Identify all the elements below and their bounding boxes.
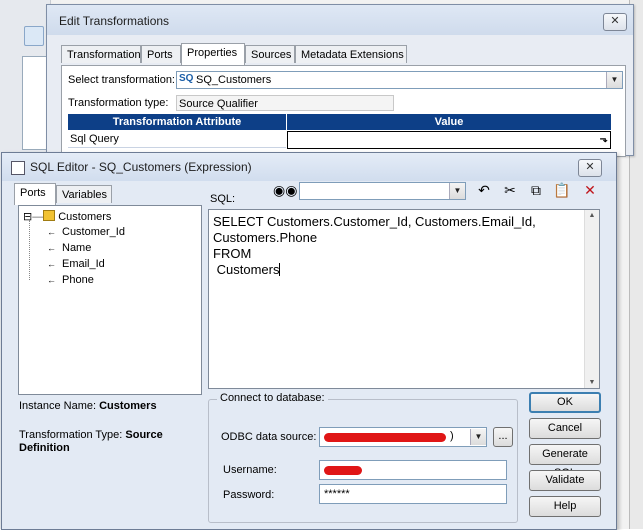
properties-grid: Transformation Attribute Value Sql Query… (68, 114, 611, 152)
grid-header-value: Value (287, 114, 611, 130)
validate-button[interactable]: Validate (529, 470, 601, 491)
cut-icon[interactable]: ✂ (499, 180, 521, 200)
odbc-label: ODBC data source: (221, 431, 317, 443)
help-button[interactable]: Help (529, 496, 601, 517)
close-icon: ✕ (585, 161, 595, 173)
grid-cell-attribute[interactable]: Sql Query (68, 131, 286, 148)
tab-ports[interactable]: Ports (141, 45, 181, 63)
ports-tree: ⊟— Customers ← Customer_Id ← Name ← Email_Id… (18, 205, 202, 395)
sql-line: FROM (213, 246, 252, 261)
source-qualifier-icon: SQ (179, 73, 194, 84)
sql-vertical-scrollbar[interactable]: ▲ ▼ (584, 210, 599, 388)
copy-icon[interactable]: ⧉ (525, 180, 547, 200)
port-label: Phone (62, 274, 94, 286)
username-field[interactable] (319, 460, 507, 480)
ok-button[interactable]: OK (529, 392, 601, 413)
password-field[interactable]: ****** (319, 484, 507, 504)
binoculars-icon[interactable]: ◉◉ (273, 180, 297, 200)
tab-variables[interactable]: Variables (56, 185, 112, 203)
instance-name: Instance Name: Customers (19, 400, 157, 412)
tree-root-label: Customers (58, 211, 112, 223)
tab-metadata-extensions[interactable]: Metadata Extensions (295, 45, 407, 63)
tree-connector (29, 220, 31, 280)
chevron-down-icon[interactable]: ▼ (449, 183, 465, 199)
transformation-type-info-line2: Definition (19, 442, 70, 454)
edit-transformations-title: Edit Transformations (59, 14, 170, 28)
chevron-down-icon[interactable]: ▼ (606, 72, 622, 88)
sql-label: SQL: (210, 193, 236, 205)
instance-name-value: Customers (99, 400, 157, 412)
sql-line-text: Customers (213, 262, 280, 277)
tree-port-name[interactable]: ← Name (47, 242, 91, 254)
instance-name-label: Instance Name: (19, 400, 97, 412)
port-label: Name (62, 242, 92, 254)
port-arrow-icon: ← (47, 243, 56, 253)
expand-arrow-icon[interactable]: ⬎ (600, 132, 608, 148)
undo-icon[interactable]: ↶ (473, 180, 495, 200)
paste-icon[interactable]: 📋 (551, 180, 573, 200)
sql-text-area[interactable]: SELECT Customers.Customer_Id, Customers.… (208, 209, 600, 389)
window-icon (11, 161, 25, 175)
port-arrow-icon: ← (47, 275, 56, 285)
connect-to-database-group: Connect to database: ODBC data source: )… (208, 392, 518, 523)
connect-group-title: Connect to database: (217, 392, 328, 404)
find-combo[interactable]: ▼ (299, 182, 466, 200)
tree-port-email-id[interactable]: ← Email_Id (47, 258, 105, 270)
edit-transformations-window: Edit Transformations ✕ Transformation Po… (46, 4, 634, 157)
port-label: Email_Id (62, 258, 105, 270)
transformation-type-info-value-2: Definition (19, 442, 70, 454)
select-transformation-combo[interactable]: SQ SQ_Customers ▼ (176, 71, 623, 89)
sql-line: Customers (213, 262, 281, 277)
tree-port-phone[interactable]: ← Phone (47, 274, 94, 286)
transformation-type-info-value: Source (125, 429, 163, 441)
port-arrow-icon: ← (47, 227, 56, 237)
port-arrow-icon: ← (47, 259, 56, 269)
odbc-data-source-combo[interactable]: ) ▼ (319, 427, 487, 447)
edit-transformations-titlebar: Edit Transformations ✕ (47, 5, 633, 35)
select-transformation-value: SQ_Customers (196, 74, 272, 86)
select-transformation-label: Select transformation: (68, 74, 175, 86)
grid-cell-value[interactable]: ⬎ (287, 131, 611, 149)
sql-line: Customers.Phone (213, 230, 318, 245)
redaction-mark (324, 466, 362, 475)
grid-header-attribute: Transformation Attribute (68, 114, 286, 130)
password-value: ****** (324, 488, 350, 500)
tab-sources[interactable]: Sources (245, 45, 295, 63)
chevron-down-icon[interactable]: ▼ (470, 429, 486, 445)
port-label: Customer_Id (62, 226, 125, 238)
close-icon: ✕ (610, 15, 620, 27)
tab-ports[interactable]: Ports (14, 183, 56, 205)
transformation-type-label: Transformation type: (68, 97, 169, 109)
source-table-icon (43, 210, 56, 221)
sql-editor-window: SQL Editor - SQ_Customers (Expression) ✕… (1, 152, 617, 530)
tree-root-customers[interactable]: ⊟— Customers (23, 210, 111, 223)
generate-sql-button[interactable]: Generate SQL (529, 444, 601, 479)
transformation-type-info: Transformation Type: Source (19, 429, 163, 441)
text-caret (279, 263, 281, 276)
tab-properties[interactable]: Properties (181, 43, 245, 65)
sql-editor-titlebar: SQL Editor - SQ_Customers (Expression) ✕ (2, 153, 616, 181)
transformation-type-field: Source Qualifier (176, 95, 394, 111)
username-label: Username: (223, 464, 277, 476)
edit-transformations-close-button[interactable]: ✕ (603, 13, 627, 31)
sql-editor-title: SQL Editor - SQ_Customers (Expression) (30, 160, 252, 174)
cancel-button[interactable]: Cancel (529, 418, 601, 439)
sql-editor-close-button[interactable]: ✕ (578, 159, 602, 177)
scroll-up-icon[interactable]: ▲ (585, 212, 599, 219)
browse-button[interactable]: ... (493, 427, 513, 447)
password-label: Password: (223, 489, 275, 501)
tab-transformation[interactable]: Transformation (61, 45, 141, 63)
redaction-mark (324, 433, 446, 442)
properties-panel: Select transformation: SQ SQ_Customers ▼… (61, 65, 626, 157)
transformation-type-info-label: Transformation Type: (19, 429, 123, 441)
scroll-down-icon[interactable]: ▼ (585, 379, 599, 386)
sql-line: SELECT Customers.Customer_Id, Customers.… (213, 214, 536, 229)
background-toolbar-icon[interactable] (24, 26, 44, 46)
odbc-value-tail: ) (450, 430, 454, 442)
tree-port-customer-id[interactable]: ← Customer_Id (47, 226, 125, 238)
delete-icon[interactable]: ✕ (579, 180, 601, 200)
